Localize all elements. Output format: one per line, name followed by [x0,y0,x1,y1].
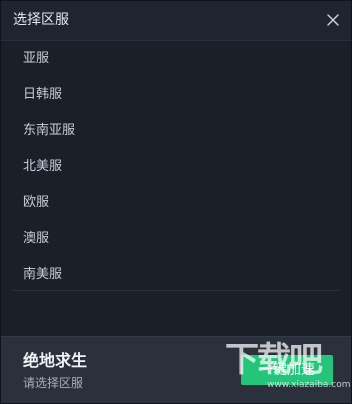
region-select-dialog: 选择区服 亚服 日韩服 东南亚服 北美服 欧服 澳服 南美服 绝地求生 请选择区… [0,0,352,404]
dialog-title: 选择区服 [13,12,69,28]
region-item-south-america[interactable]: 南美服 [11,257,341,293]
game-name: 绝地求生 [23,351,88,370]
region-list: 亚服 日韩服 东南亚服 北美服 欧服 澳服 南美服 [11,41,341,291]
region-item-label: 澳服 [23,231,50,246]
region-item-asia[interactable]: 亚服 [11,41,341,77]
close-icon[interactable] [325,12,341,28]
region-item-label: 欧服 [23,195,50,210]
region-item-north-america[interactable]: 北美服 [11,149,341,185]
region-item-label: 东南亚服 [23,123,76,138]
region-item-label: 日韩服 [23,87,63,102]
region-item-label: 亚服 [23,51,50,66]
dialog-header: 选择区服 [1,1,351,41]
region-item-southeast-asia[interactable]: 东南亚服 [11,113,341,149]
region-item-label: 南美服 [23,267,63,282]
region-status: 请选择区服 [23,376,84,390]
footer-bar: 绝地求生 请选择区服 一键加速 [1,336,351,403]
region-item-oceania[interactable]: 澳服 [11,221,341,257]
region-item-europe[interactable]: 欧服 [11,185,341,221]
region-item-label: 北美服 [23,159,63,174]
region-item-japan-korea[interactable]: 日韩服 [11,77,341,113]
one-click-boost-button[interactable]: 一键加速 [241,355,333,385]
